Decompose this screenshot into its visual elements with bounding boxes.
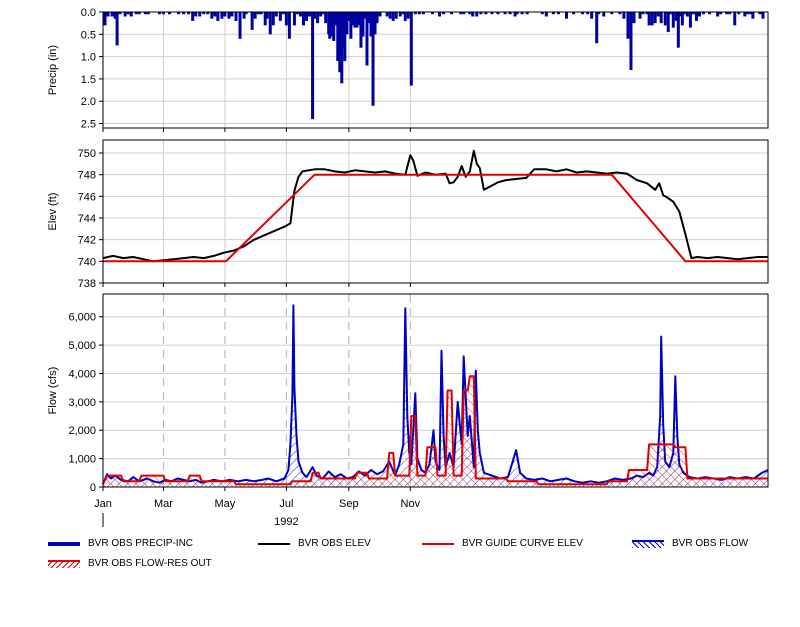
legend-label: BVR OBS PRECIP-INC <box>88 538 194 549</box>
panel-2: 738 740 742 744 746 748 750 Elev (ft) <box>47 139 769 290</box>
legend-swatch <box>48 541 80 546</box>
y-tick-label: 2.0 <box>81 96 96 108</box>
legend-swatch <box>422 542 454 545</box>
x-tick-label: Jan <box>94 498 112 510</box>
panel-1: 0.0 0.5 1.0 1.5 2.0 2.5 Precip (in) <box>47 7 769 132</box>
y-tick-label: 744 <box>78 213 96 225</box>
legend-swatch <box>258 542 290 545</box>
y-tick-label: 746 <box>78 191 96 203</box>
legend-item: BVR OBS PRECIP-INC <box>48 538 193 549</box>
legend-item: BVR GUIDE CURVE ELEV <box>422 538 583 549</box>
y-tick-label: 0.5 <box>81 29 96 41</box>
y-tick-label: 3,000 <box>68 397 96 409</box>
legend-item: BVR OBS FLOW-RES OUT <box>48 558 212 569</box>
x-axis-year-label: 1992 <box>274 516 298 528</box>
y-tick-label: 2.5 <box>81 119 96 131</box>
y-tick-label: 1.0 <box>81 52 96 64</box>
x-tick-label: May <box>215 498 236 510</box>
y-tick-label: 750 <box>78 148 96 160</box>
x-tick-label: Mar <box>154 498 173 510</box>
y-tick-label: 740 <box>78 256 96 268</box>
y-tick-label: 1.5 <box>81 74 96 86</box>
x-tick-label: Sep <box>339 498 359 510</box>
y-tick-label: 4,000 <box>68 368 96 380</box>
legend-swatch <box>632 539 664 548</box>
legend-label: BVR GUIDE CURVE ELEV <box>462 538 583 549</box>
x-tick-label: Nov <box>401 498 421 510</box>
y-tick-label: 6,000 <box>68 312 96 324</box>
legend-label: BVR OBS FLOW <box>672 538 749 549</box>
y-tick-label: 748 <box>78 170 96 182</box>
chart: 0.0 0.5 1.0 1.5 2.0 2.5 Precip (in) 738 740 742 74… <box>47 7 769 528</box>
y-tick-label: 5,000 <box>68 340 96 352</box>
y-axis-label: Precip (in) <box>47 45 59 95</box>
legend-item: BVR OBS FLOW <box>632 538 748 549</box>
legend-item: BVR OBS ELEV <box>258 538 371 549</box>
y-tick-label: 1,000 <box>68 454 96 466</box>
y-tick-label: 738 <box>78 278 96 290</box>
x-tick-label: Jul <box>279 498 293 510</box>
y-axis-label: Elev (ft) <box>47 193 59 231</box>
y-tick-label: 2,000 <box>68 425 96 437</box>
y-tick-label: 0 <box>90 482 96 494</box>
legend-swatch <box>48 559 80 568</box>
legend-label: BVR OBS FLOW-RES OUT <box>88 558 212 569</box>
y-axis-label: Flow (cfs) <box>47 367 59 415</box>
y-tick-label: 742 <box>78 235 96 247</box>
legend-label: BVR OBS ELEV <box>298 538 371 549</box>
panel-3: 0 1,000 2,000 3,000 4,000 5,000 6,000 Flow (cfs… <box>47 293 769 528</box>
y-tick-label: 0.0 <box>81 7 96 19</box>
